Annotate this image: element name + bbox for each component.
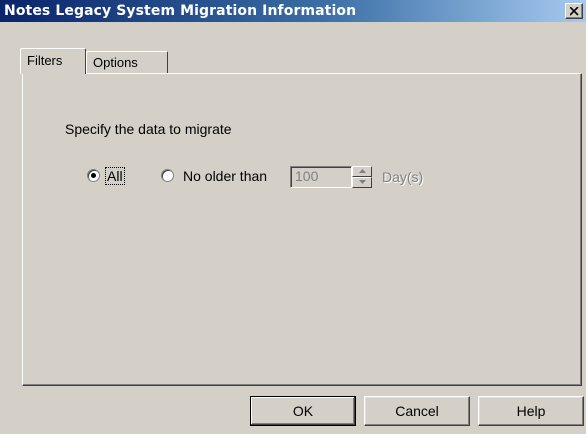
- tab-filters[interactable]: Filters: [20, 48, 86, 74]
- days-unit-label: Day(s): [382, 169, 424, 185]
- radio-all[interactable]: [87, 169, 100, 182]
- arrow-down-icon: [359, 180, 366, 184]
- title-bar[interactable]: Notes Legacy System Migration Informatio…: [0, 0, 586, 22]
- dialog-window: Notes Legacy System Migration Informatio…: [0, 0, 586, 434]
- radio-selected-dot: [91, 173, 96, 178]
- window-title: Notes Legacy System Migration Informatio…: [4, 3, 357, 19]
- radio-all-label[interactable]: All: [105, 167, 125, 185]
- spin-down-button: [352, 177, 372, 188]
- days-input: 100: [290, 166, 352, 188]
- spin-up-button: [352, 166, 372, 177]
- radio-no-older-than-label[interactable]: No older than: [183, 168, 267, 184]
- instruction-text: Specify the data to migrate: [65, 121, 232, 137]
- ok-button[interactable]: OK: [250, 396, 356, 426]
- tab-options[interactable]: Options: [86, 51, 168, 73]
- arrow-up-icon: [359, 169, 366, 173]
- tab-options-label: Options: [93, 55, 138, 70]
- days-spinner: [352, 166, 372, 188]
- radio-no-older-than[interactable]: [161, 169, 174, 182]
- close-icon: [570, 7, 579, 16]
- tab-filters-label: Filters: [27, 53, 63, 68]
- cancel-button[interactable]: Cancel: [364, 396, 470, 426]
- help-button[interactable]: Help: [478, 396, 584, 426]
- close-button[interactable]: [565, 3, 583, 19]
- filters-panel: [22, 73, 582, 386]
